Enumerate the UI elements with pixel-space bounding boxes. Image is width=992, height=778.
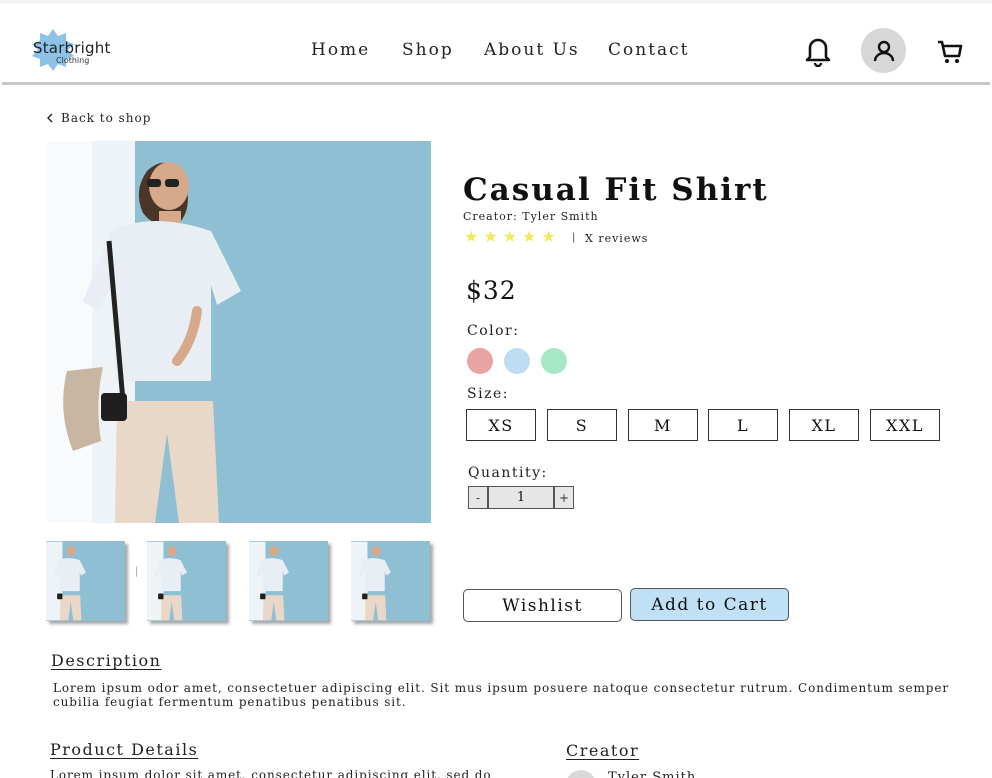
- back-link-label: Back to shop: [61, 111, 152, 125]
- description-text: Lorem ipsum odor amet, consectetuer adip…: [53, 681, 950, 709]
- brand-name[interactable]: Starbright: [33, 39, 111, 57]
- user-icon: [873, 40, 894, 61]
- creator-name[interactable]: Tyler Smith: [608, 770, 696, 778]
- star-icon: ★: [541, 227, 556, 246]
- size-xxl-button[interactable]: XXL: [870, 409, 940, 441]
- size-label: Size:: [467, 386, 509, 402]
- product-price: $32: [466, 276, 517, 305]
- rating-separator: |: [572, 232, 576, 243]
- cart-icon: [938, 40, 963, 63]
- star-icon: ★: [464, 227, 479, 246]
- quantity-input[interactable]: [488, 486, 554, 509]
- chevron-left-icon: [47, 113, 53, 123]
- cart-button[interactable]: [935, 37, 965, 67]
- product-title: Casual Fit Shirt: [463, 172, 769, 208]
- color-swatch-pink[interactable]: [467, 348, 493, 374]
- notifications-button[interactable]: [802, 34, 834, 68]
- nav-shop[interactable]: Shop: [402, 40, 454, 60]
- add-to-cart-button[interactable]: Add to Cart: [630, 588, 789, 621]
- thumb-divider: |: [135, 566, 139, 577]
- size-m-button[interactable]: M: [628, 409, 698, 441]
- product-main-image: [47, 141, 431, 523]
- description-heading: Description: [51, 651, 162, 670]
- size-xs-button[interactable]: XS: [466, 409, 536, 441]
- nav-home[interactable]: Home: [311, 40, 370, 60]
- size-l-button[interactable]: L: [708, 409, 778, 441]
- account-button[interactable]: [861, 28, 906, 73]
- quantity-increment-button[interactable]: +: [554, 486, 574, 509]
- wishlist-button[interactable]: Wishlist: [463, 589, 622, 622]
- creator-heading: Creator: [566, 741, 640, 760]
- size-s-button[interactable]: S: [547, 409, 617, 441]
- color-swatch-blue[interactable]: [504, 348, 530, 374]
- creator-avatar: [566, 770, 596, 778]
- nav-about-us[interactable]: About Us: [484, 40, 580, 60]
- product-thumbnail[interactable]: [147, 541, 226, 621]
- star-icon: ★: [522, 227, 537, 246]
- color-label: Color:: [467, 323, 520, 339]
- star-icon: ★: [483, 227, 498, 246]
- reviews-link[interactable]: X reviews: [585, 232, 648, 245]
- brand-subtitle: Clothing: [56, 56, 90, 65]
- nav-contact[interactable]: Contact: [608, 40, 690, 60]
- product-thumbnail[interactable]: [46, 541, 125, 621]
- rating-stars: ★ ★ ★ ★ ★: [464, 229, 556, 245]
- color-swatch-green[interactable]: [541, 348, 567, 374]
- product-thumbnail[interactable]: [249, 541, 328, 621]
- product-details-heading: Product Details: [50, 740, 199, 759]
- size-xl-button[interactable]: XL: [789, 409, 859, 441]
- quantity-label: Quantity:: [468, 465, 548, 481]
- product-creator: Creator: Tyler Smith: [463, 210, 599, 223]
- product-thumbnail[interactable]: [351, 541, 430, 621]
- quantity-decrement-button[interactable]: -: [468, 486, 488, 509]
- back-to-shop-link[interactable]: Back to shop: [47, 111, 151, 125]
- star-icon: ★: [502, 227, 518, 246]
- product-details-text: Lorem ipsum dolor sit amet, consectetur …: [50, 768, 492, 778]
- bell-icon: [805, 38, 831, 67]
